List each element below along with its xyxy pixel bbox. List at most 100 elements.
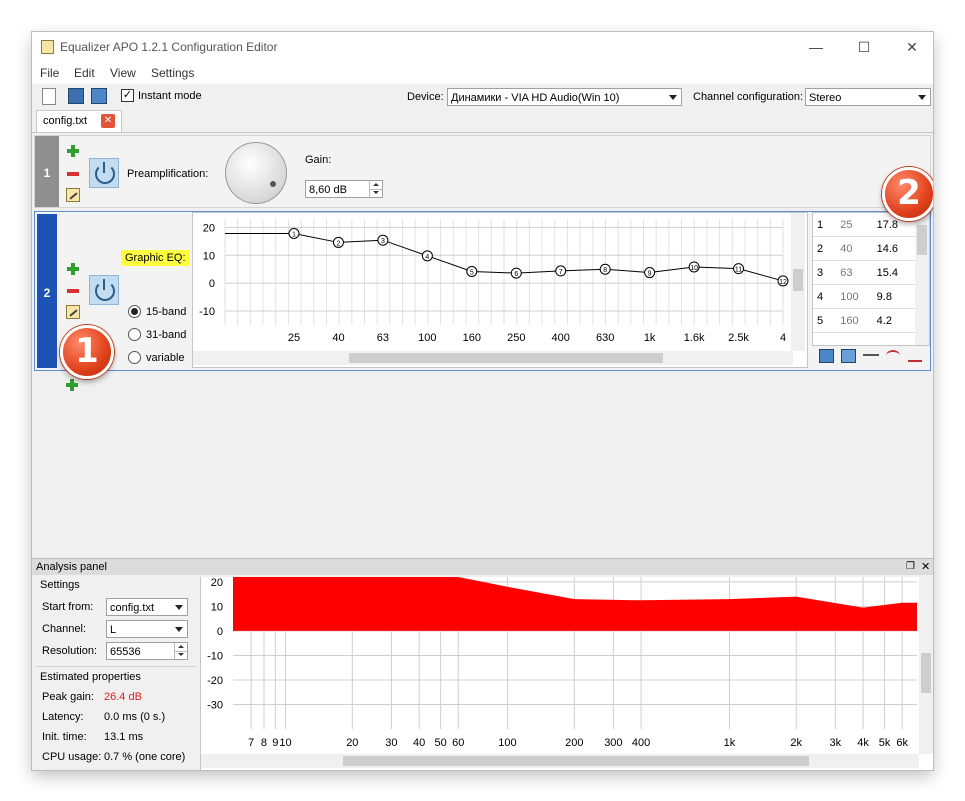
radio-variable[interactable] [128,351,141,364]
channel-config-select[interactable]: Stereo [805,88,931,106]
x-tick-label: 100 [498,737,516,749]
band-load-icon[interactable] [841,349,856,363]
eq-graph-frame: 20 10 0 -10 25 40 63 100 160 250 400 630 1k 1.6k 2.5k 4… [192,212,808,368]
bands-table-scrollbar[interactable] [915,213,929,345]
resolution-input[interactable]: 65536 [106,642,188,660]
tab-config[interactable]: config.txt ✕ [36,110,122,132]
add-filter-icon[interactable] [65,378,79,392]
band-row[interactable]: 5 160 4.2 [813,308,915,333]
y-tick-label: 0 [217,626,223,638]
edit-filter-icon[interactable] [66,305,80,319]
gain-input[interactable]: 8,60 dB [305,180,383,198]
x-tick-label: 7 [248,737,254,749]
filter-handle-1[interactable]: 1 [35,136,59,207]
band-frequency[interactable]: 40 [836,236,873,261]
band-index[interactable]: 4 [813,284,837,309]
cpu-usage-label: CPU usage: [42,751,102,763]
eq-graph[interactable]: 20100-1025 40 63 100 160 250 400 630 1k 1.6k 2.5k 4… [193,213,807,367]
analysis-graph[interactable]: 7 8 9 10 20 30 40 50 60 100 200 300 400 1k 2k 3k 4k 5k 6k2… [201,577,919,754]
save-file-icon[interactable] [91,88,107,104]
y-tick-label: 0 [209,278,215,290]
x-tick-label: 4k [857,737,869,749]
channel-select[interactable]: L [106,620,188,638]
menu-edit[interactable]: Edit [74,66,95,80]
close-button[interactable]: ✕ [892,36,932,58]
band-frequency[interactable]: 63 [836,260,873,285]
scrollbar-thumb[interactable] [349,353,663,363]
device-label: Device: [407,91,444,103]
remove-filter-icon[interactable] [66,284,80,298]
band-index[interactable]: 3 [813,260,837,285]
x-tick-label: 4 [780,332,786,344]
close-tab-icon[interactable]: ✕ [101,114,115,128]
minimize-button[interactable]: — [796,36,836,58]
gain-knob[interactable] [225,142,287,204]
scrollbar-thumb[interactable] [343,756,809,766]
remove-filter-icon[interactable] [66,167,80,181]
chevron-down-icon [175,605,183,610]
eq-graph-hscrollbar[interactable] [193,351,793,365]
edit-filter-icon[interactable] [66,188,80,202]
band-index[interactable]: 2 [813,236,837,261]
curve-cut-icon[interactable] [908,350,922,362]
band-row[interactable]: 4 100 9.8 [813,284,915,309]
y-tick-label: -10 [207,650,223,662]
band-gain[interactable]: 14.6 [872,236,915,261]
curve-flat-icon[interactable] [863,354,879,360]
y-tick-label: 20 [211,577,223,589]
y-tick-label: -30 [207,699,223,711]
analysis-vscrollbar[interactable] [919,577,933,754]
band-gain[interactable]: 9.8 [872,284,915,309]
scrollbar-thumb[interactable] [793,269,803,291]
x-tick-label: 40 [332,332,344,344]
tab-strip: config.txt ✕ [32,110,933,133]
spin-down-icon[interactable] [369,189,382,197]
bands-table-frame: 1 25 17.8 2 40 14.6 3 63 15.4 4 100 9.8 5 160 4.2 [812,212,930,346]
open-file-icon[interactable] [68,88,84,104]
maximize-button[interactable]: ☐ [844,36,884,58]
x-tick-label: 10 [279,737,291,749]
eq-point-label: 7 [559,269,563,276]
band-frequency[interactable]: 25 [836,213,873,237]
band-row[interactable]: 2 40 14.6 [813,236,915,261]
eq-graph-vscrollbar[interactable] [791,213,805,351]
power-toggle-icon[interactable] [89,275,119,305]
band-frequency[interactable]: 100 [836,284,873,309]
menu-settings[interactable]: Settings [151,66,194,80]
bands-table[interactable]: 1 25 17.8 2 40 14.6 3 63 15.4 4 100 9.8 5 160 4.2 [813,213,915,333]
band-gain[interactable]: 15.4 [872,260,915,285]
curve-boost-icon[interactable] [886,350,900,362]
radio-15-band[interactable] [128,305,141,318]
scrollbar-thumb[interactable] [921,653,931,693]
scrollbar-thumb[interactable] [917,225,927,255]
spin-down-icon[interactable] [174,651,187,659]
band-gain[interactable]: 4.2 [872,308,915,333]
estimated-group-title: Estimated properties [40,671,141,683]
analysis-hscrollbar[interactable] [201,754,919,768]
radio-31-band[interactable] [128,328,141,341]
band-save-icon[interactable] [819,349,834,363]
menu-view[interactable]: View [110,66,136,80]
filter-editor: 1 Preamplification: Gain: 8,60 dB 2 Grap… [32,133,933,550]
instant-mode-checkbox[interactable]: ✓ [121,89,134,102]
menu-file[interactable]: File [40,66,59,80]
add-filter-icon[interactable] [66,144,80,158]
add-filter-icon[interactable] [66,262,80,276]
new-file-icon[interactable] [42,88,56,105]
device-select-value: Динамики - VIA HD Audio(Win 10) [451,92,620,104]
band-index[interactable]: 5 [813,308,837,333]
filter-row-graphic-eq: 2 Graphic EQ: 15-band 31-band variable 2… [34,211,931,371]
device-select[interactable]: Динамики - VIA HD Audio(Win 10) [447,88,682,106]
tab-label: config.txt [43,115,88,127]
x-tick-label: 250 [507,332,525,344]
float-panel-icon[interactable]: ❐ [906,561,915,572]
filter-handle-2[interactable]: 2 [37,214,57,368]
close-panel-icon[interactable]: ✕ [921,560,930,573]
y-tick-label: 20 [203,222,215,234]
band-index[interactable]: 1 [813,213,837,237]
power-toggle-icon[interactable] [89,158,119,188]
start-from-select[interactable]: config.txt [106,598,188,616]
band-frequency[interactable]: 160 [836,308,873,333]
band-row[interactable]: 3 63 15.4 [813,260,915,285]
analysis-graph-frame: 7 8 9 10 20 30 40 50 60 100 200 300 400 1k 2k 3k 4k 5k 6k 2… [200,577,933,770]
